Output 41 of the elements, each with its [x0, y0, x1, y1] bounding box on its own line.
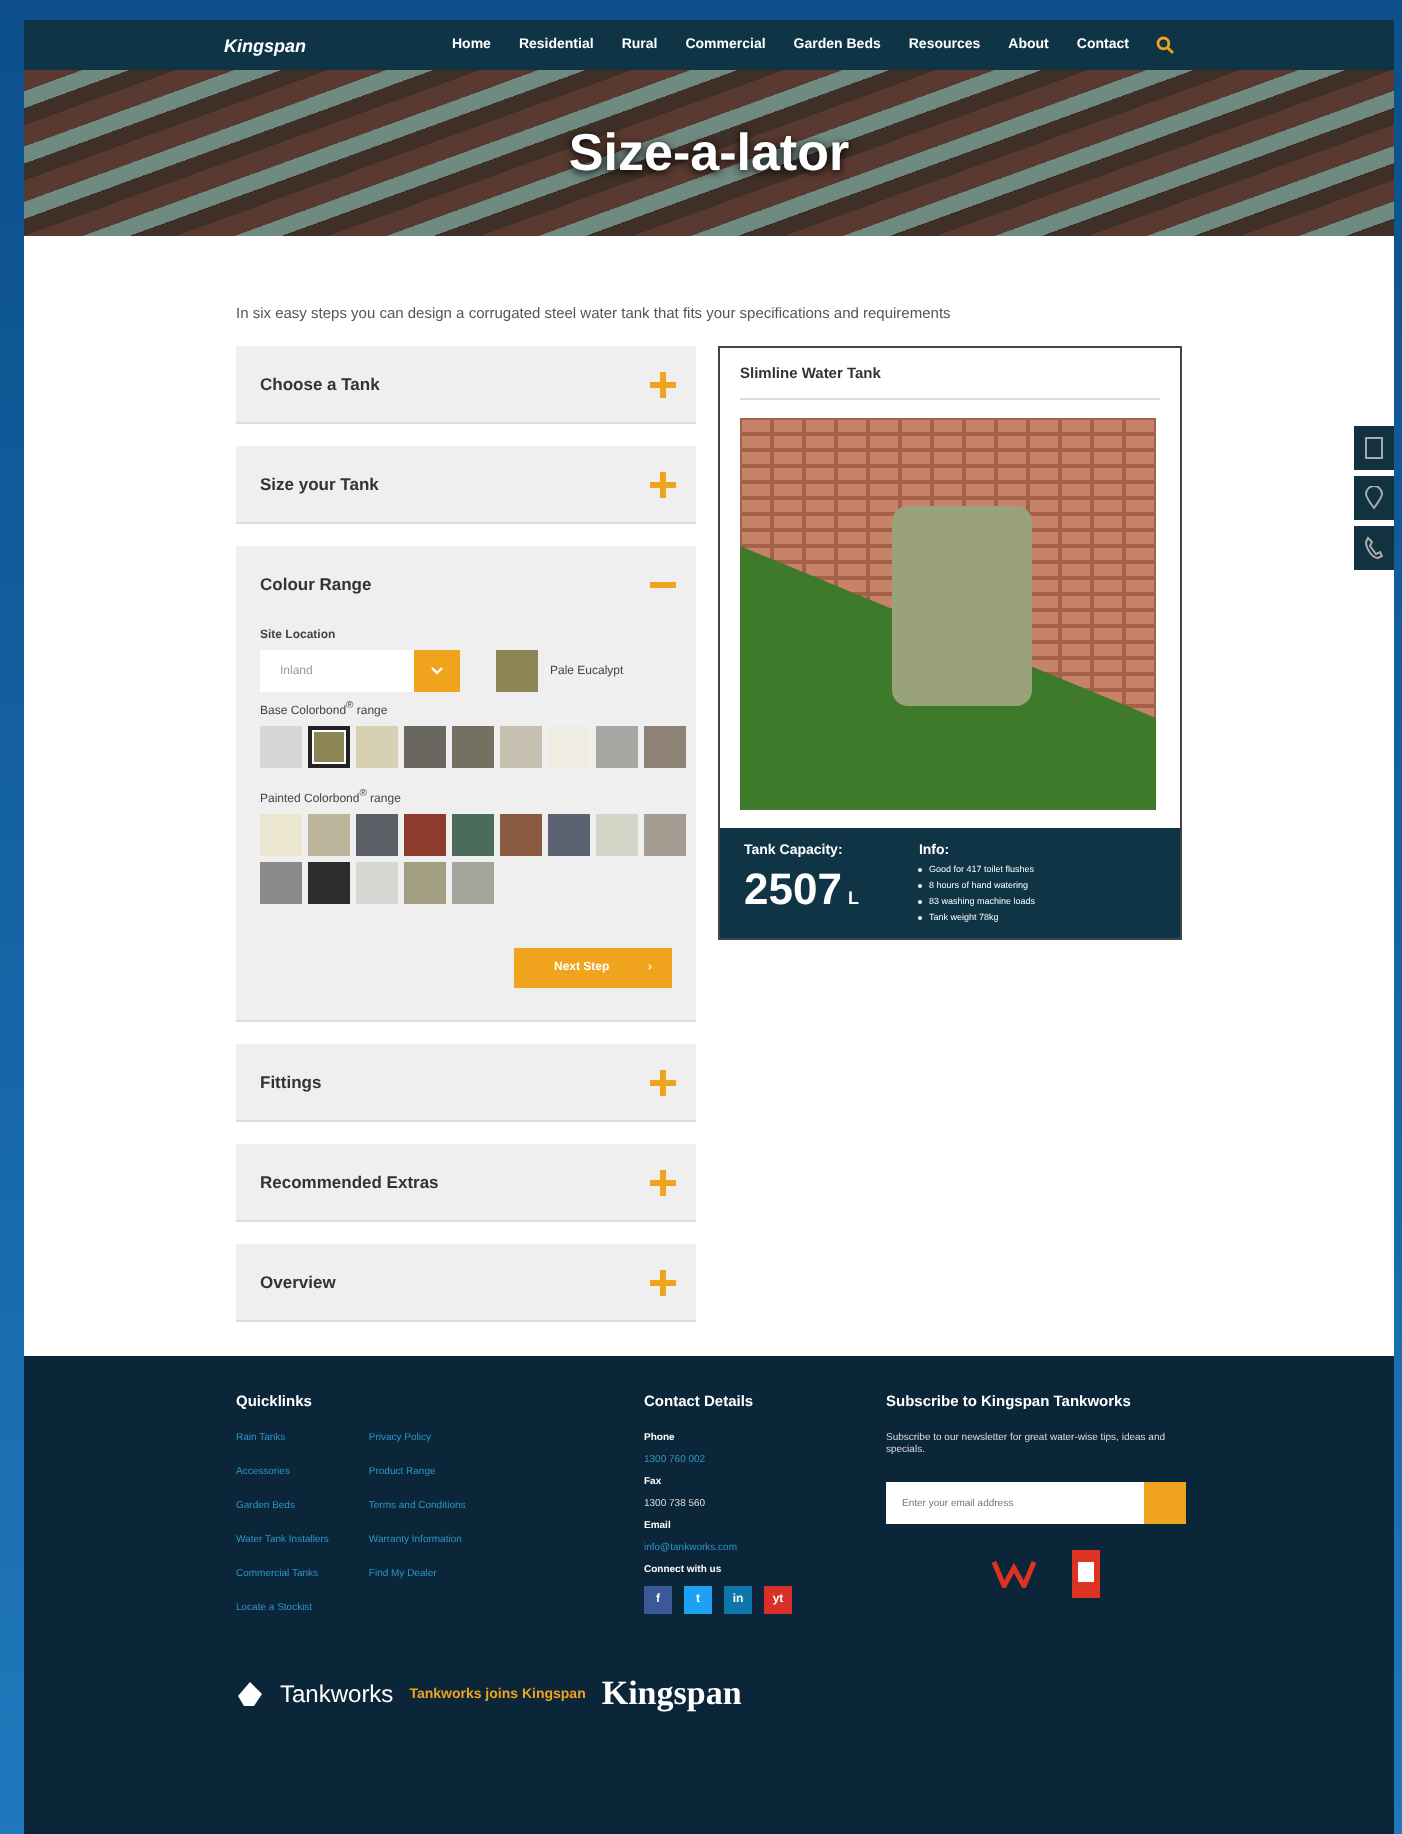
colour-swatch[interactable]	[644, 814, 686, 856]
colour-swatch[interactable]	[260, 814, 302, 856]
colour-swatch[interactable]	[644, 726, 686, 768]
accordion-header[interactable]: Fittings	[236, 1044, 696, 1120]
colour-swatch[interactable]	[452, 862, 494, 904]
accordion-header[interactable]: Colour Range	[236, 546, 696, 622]
colour-swatch[interactable]	[404, 726, 446, 768]
colour-swatch[interactable]	[596, 726, 638, 768]
colour-swatch[interactable]	[404, 814, 446, 856]
document-icon[interactable]	[1354, 426, 1394, 470]
colour-swatch[interactable]	[500, 814, 542, 856]
colour-swatch[interactable]	[500, 726, 542, 768]
award-badge-icon	[1072, 1550, 1100, 1598]
accordion-header[interactable]: Recommended Extras	[236, 1144, 696, 1220]
brand-logo: Kingspan	[601, 1674, 742, 1714]
colour-swatch[interactable]	[356, 814, 398, 856]
colour-swatch[interactable]	[596, 814, 638, 856]
accordion-header[interactable]: Size your Tank	[236, 446, 696, 522]
page-title: Size-a-lator	[568, 122, 850, 184]
colour-swatch[interactable]	[260, 862, 302, 904]
colour-swatch[interactable]	[452, 726, 494, 768]
colour-swatch[interactable]	[308, 862, 350, 904]
accordion-header[interactable]: Choose a Tank	[236, 346, 696, 422]
accordion-header[interactable]: Overview	[236, 1244, 696, 1320]
colour-swatch[interactable]	[308, 814, 350, 856]
chevron-down-icon	[430, 666, 444, 676]
colour-swatch[interactable]	[404, 862, 446, 904]
colour-swatch[interactable]	[308, 726, 350, 768]
award-logo-icon	[992, 1560, 1036, 1588]
colour-swatch[interactable]	[452, 814, 494, 856]
search-icon[interactable]	[1156, 36, 1175, 54]
colour-swatch[interactable]	[356, 862, 398, 904]
colour-swatch[interactable]	[260, 726, 302, 768]
logo: Kingspan	[224, 35, 309, 55]
subscribe-button[interactable]	[1144, 1482, 1186, 1524]
capacity-value: 2507 L	[744, 864, 859, 916]
colour-swatch[interactable]	[356, 726, 398, 768]
phone-icon[interactable]	[1354, 526, 1394, 570]
colour-swatch[interactable]	[548, 814, 590, 856]
location-pin-icon[interactable]	[1354, 476, 1394, 520]
brand-logo: Tankworks	[280, 1680, 394, 1708]
